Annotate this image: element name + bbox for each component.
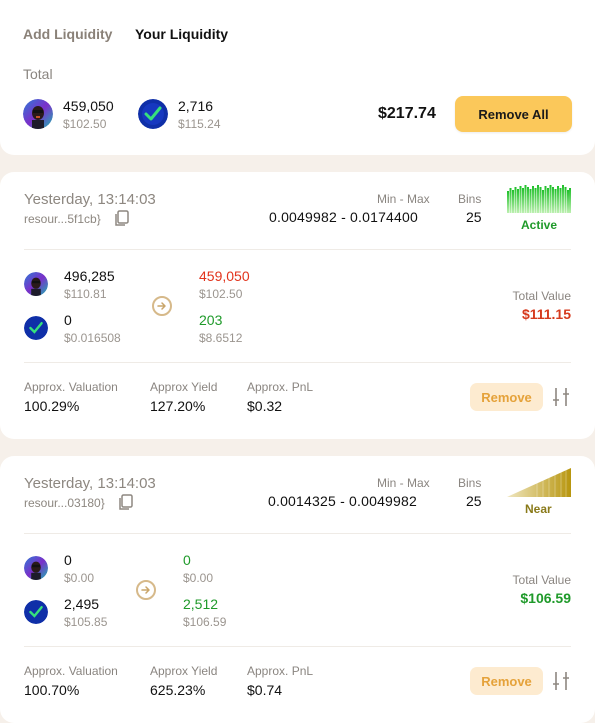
position-resource-id: resour...03180} (24, 496, 105, 510)
metric-label-yield: Approx Yield (150, 380, 218, 394)
summary-token-b-usd: $115.24 (178, 117, 221, 131)
tab-add-liquidity[interactable]: Add Liquidity (23, 26, 112, 42)
token-b-amount: 0 (64, 312, 72, 328)
bin-distribution-chart (507, 468, 571, 502)
position-card-1: Yesterday, 13:14:03 resour...5f1cb} Min … (0, 172, 595, 439)
token-b-usd: $0.016508 (64, 331, 121, 345)
settings-sliders-icon[interactable] (552, 387, 570, 412)
metric-value-yield: 127.20% (150, 398, 206, 414)
meme-token-icon (24, 272, 48, 296)
check-token-icon (138, 99, 168, 129)
total-label: Total (23, 66, 53, 82)
metric-value-pnl: $0.74 (247, 682, 283, 698)
total-value-label: Total Value (512, 573, 571, 587)
divider (24, 249, 571, 250)
total-value: $106.59 (520, 590, 571, 606)
total-value: $111.15 (521, 306, 571, 322)
arrow-right-icon (136, 580, 156, 600)
out-token-b-usd: $106.59 (183, 615, 227, 629)
position-timestamp: Yesterday, 13:14:03 (24, 191, 156, 208)
divider (24, 646, 571, 647)
bins-value: 25 (466, 209, 482, 225)
status-label: Near (525, 502, 552, 516)
summary-card: Add Liquidity Your Liquidity Total 459,0… (0, 0, 595, 155)
bin-distribution-chart (507, 185, 571, 218)
divider (24, 362, 571, 363)
out-token-b-amount: 2,512 (183, 596, 219, 612)
meme-token-icon (23, 99, 53, 129)
bins-label: Bins (458, 476, 482, 490)
bins-value: 25 (466, 493, 482, 509)
metric-label-yield: Approx Yield (150, 664, 218, 678)
summary-token-b-amount: 2,716 (178, 98, 214, 114)
token-a-amount: 0 (64, 552, 72, 568)
copy-icon[interactable] (113, 210, 129, 232)
out-token-b-usd: $8.6512 (199, 331, 243, 345)
out-token-b-amount: 203 (199, 312, 223, 328)
token-b-usd: $105.85 (64, 615, 108, 629)
metric-value-valuation: 100.70% (24, 682, 80, 698)
tab-your-liquidity[interactable]: Your Liquidity (135, 26, 228, 42)
position-resource-id: resour...5f1cb} (24, 212, 101, 226)
out-token-a-amount: 459,050 (199, 268, 250, 284)
price-range: 0.0014325 - 0.0049982 (268, 493, 417, 509)
metric-label-valuation: Approx. Valuation (24, 664, 118, 678)
metric-value-valuation: 100.29% (24, 398, 80, 414)
token-a-usd: $110.81 (64, 287, 107, 301)
token-b-amount: 2,495 (64, 596, 100, 612)
copy-icon[interactable] (117, 494, 133, 516)
summary-total-value: $217.74 (378, 105, 436, 122)
out-token-a-usd: $0.00 (183, 571, 214, 585)
token-a-usd: $0.00 (64, 571, 95, 585)
price-range: 0.0049982 - 0.0174400 (269, 209, 418, 225)
metric-label-valuation: Approx. Valuation (24, 380, 118, 394)
check-token-icon (24, 600, 48, 624)
metric-value-pnl: $0.32 (247, 398, 283, 414)
remove-button[interactable]: Remove (470, 667, 543, 695)
settings-sliders-icon[interactable] (552, 671, 570, 696)
meme-token-icon (24, 556, 48, 580)
arrow-right-icon (152, 296, 172, 316)
range-label: Min - Max (377, 192, 430, 206)
check-token-icon (24, 316, 48, 340)
metric-label-pnl: Approx. PnL (247, 380, 314, 394)
summary-token-a-amount: 459,050 (63, 98, 114, 114)
summary-token-a-usd: $102.50 (63, 117, 107, 131)
divider (24, 533, 571, 534)
metric-value-yield: 625.23% (150, 682, 206, 698)
out-token-a-usd: $102.50 (199, 287, 243, 301)
position-card-2: Yesterday, 13:14:03 resour...03180} Min … (0, 456, 595, 723)
token-a-amount: 496,285 (64, 268, 115, 284)
total-value-label: Total Value (512, 289, 571, 303)
metric-label-pnl: Approx. PnL (247, 664, 314, 678)
range-label: Min - Max (377, 476, 430, 490)
status-label: Active (521, 218, 558, 232)
out-token-a-amount: 0 (183, 552, 191, 568)
bins-label: Bins (458, 192, 482, 206)
remove-all-button[interactable]: Remove All (455, 96, 572, 132)
remove-button[interactable]: Remove (470, 383, 543, 411)
position-timestamp: Yesterday, 13:14:03 (24, 475, 156, 492)
